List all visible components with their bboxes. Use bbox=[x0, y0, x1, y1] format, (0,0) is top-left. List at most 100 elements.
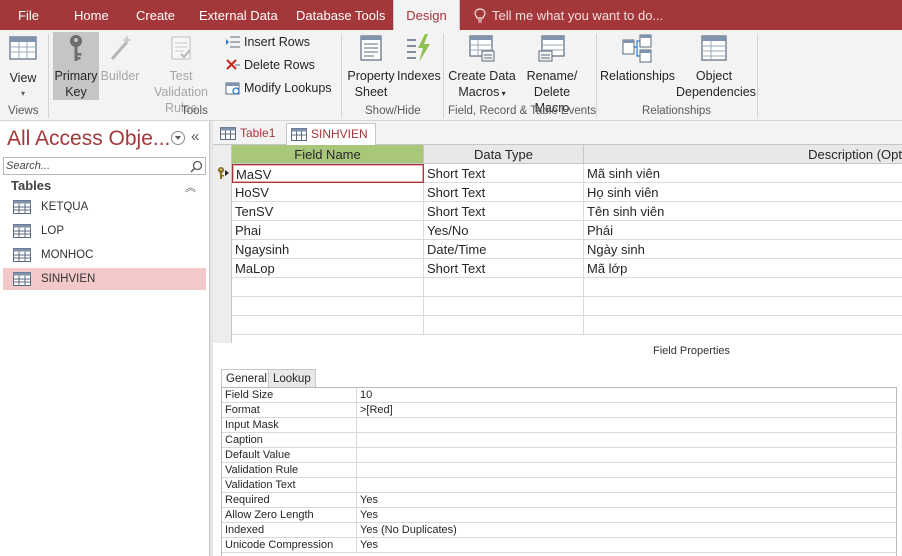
column-header-data-type[interactable]: Data Type bbox=[424, 145, 584, 164]
group-label-field-record-table-events: Field, Record & Table Events bbox=[448, 105, 597, 117]
nav-search-input[interactable] bbox=[4, 158, 184, 174]
data-type-cell[interactable] bbox=[424, 278, 584, 297]
primary-key-button[interactable]: Primary Key bbox=[53, 32, 99, 100]
field-name-cell[interactable]: HoSV bbox=[232, 183, 424, 202]
search-icon[interactable] bbox=[190, 160, 203, 173]
nav-item-label: KETQUA bbox=[41, 201, 89, 213]
data-type-cell[interactable]: Short Text bbox=[424, 259, 584, 278]
field-name-cell[interactable]: Phai bbox=[232, 221, 424, 240]
menu-database-tools[interactable]: Database Tools bbox=[296, 0, 385, 30]
menu-design[interactable]: Design bbox=[393, 0, 460, 30]
test-validation-rules-button[interactable]: Test Validation Rules bbox=[141, 32, 221, 115]
property-value[interactable]: Yes bbox=[357, 508, 378, 523]
insert-rows-label: Insert Rows bbox=[244, 35, 310, 49]
tab-table1[interactable]: Table1 bbox=[216, 123, 286, 145]
tab-sinhvien[interactable]: SINHVIEN bbox=[286, 123, 376, 146]
field-name-cell[interactable]: MaSV bbox=[232, 164, 424, 183]
nav-item-monhoc[interactable]: MONHOC bbox=[3, 244, 206, 266]
object-dependencies-button[interactable]: Object Dependencies bbox=[676, 32, 756, 100]
tab-lookup[interactable]: Lookup bbox=[268, 369, 316, 388]
menu-file[interactable]: File bbox=[18, 0, 39, 30]
rename-delete-macro-button[interactable]: Rename/ Delete Macro bbox=[516, 32, 588, 115]
tab-general[interactable]: General bbox=[221, 369, 272, 388]
data-type-cell[interactable] bbox=[424, 316, 584, 335]
nav-section-tables[interactable]: Tables bbox=[11, 178, 51, 193]
menu-external-data[interactable]: External Data bbox=[199, 0, 278, 30]
description-cell[interactable] bbox=[584, 278, 902, 297]
property-row[interactable]: Caption bbox=[222, 433, 897, 448]
delete-rows-button[interactable]: Delete Rows bbox=[225, 55, 315, 75]
property-value[interactable]: 10 bbox=[357, 388, 372, 403]
property-name: Allow Zero Length bbox=[222, 508, 357, 523]
field-name-cell[interactable] bbox=[232, 297, 424, 316]
nav-item-lop[interactable]: LOP bbox=[3, 220, 206, 242]
group-separator bbox=[443, 34, 444, 118]
table-icon bbox=[13, 200, 31, 214]
data-type-cell[interactable]: Short Text bbox=[424, 164, 584, 183]
property-name: Caption bbox=[222, 433, 357, 448]
property-sheet-button[interactable]: Property Sheet bbox=[345, 32, 397, 100]
field-name-cell[interactable]: MaLop bbox=[232, 259, 424, 278]
field-name-cell[interactable] bbox=[232, 316, 424, 335]
property-row[interactable]: Required Yes bbox=[222, 493, 897, 508]
description-cell[interactable] bbox=[584, 316, 902, 335]
nav-item-ketqua[interactable]: KETQUA bbox=[3, 196, 206, 218]
property-row[interactable]: Format >[Red] bbox=[222, 403, 897, 418]
property-row[interactable]: Default Value bbox=[222, 448, 897, 463]
indexes-label: Indexes bbox=[397, 69, 441, 83]
property-value[interactable]: Yes bbox=[357, 493, 378, 508]
indexes-button[interactable]: Indexes bbox=[397, 32, 441, 100]
field-name-cell[interactable]: TenSV bbox=[232, 202, 424, 221]
field-name-cell[interactable] bbox=[232, 278, 424, 297]
property-row[interactable]: Indexed Yes (No Duplicates) bbox=[222, 523, 897, 538]
modify-lookups-button[interactable]: Modify Lookups bbox=[225, 78, 332, 98]
property-row[interactable]: Unicode Compression Yes bbox=[222, 538, 897, 553]
group-separator bbox=[596, 34, 597, 118]
nav-item-sinhvien[interactable]: SINHVIEN bbox=[3, 268, 206, 290]
view-button[interactable]: View ▾ bbox=[3, 32, 43, 102]
relationships-button[interactable]: Relationships bbox=[600, 32, 675, 100]
property-name: Required bbox=[222, 493, 357, 508]
property-row[interactable]: Allow Zero Length Yes bbox=[222, 508, 897, 523]
menu-home[interactable]: Home bbox=[74, 0, 109, 30]
tab-label: Table1 bbox=[240, 126, 276, 140]
field-name-cell[interactable]: Ngaysinh bbox=[232, 240, 424, 259]
empty-row bbox=[232, 316, 902, 335]
description-cell[interactable]: Tên sinh viên bbox=[584, 202, 902, 221]
data-type-cell[interactable]: Short Text bbox=[424, 183, 584, 202]
description-cell[interactable]: Ngày sinh bbox=[584, 240, 902, 259]
property-value[interactable]: >[Red] bbox=[357, 403, 393, 418]
shutter-bar-close-icon[interactable]: « bbox=[191, 128, 200, 145]
data-type-cell[interactable]: Date/Time bbox=[424, 240, 584, 259]
description-cell[interactable]: Mã sinh viên bbox=[584, 164, 902, 183]
relationships-icon bbox=[622, 34, 652, 63]
insert-rows-icon bbox=[226, 36, 240, 48]
data-type-cell[interactable]: Short Text bbox=[424, 202, 584, 221]
menu-create[interactable]: Create bbox=[136, 0, 175, 30]
nav-menu-chevron-icon[interactable] bbox=[171, 131, 185, 145]
property-row[interactable]: Validation Rule bbox=[222, 463, 897, 478]
property-row[interactable]: Validation Text bbox=[222, 478, 897, 493]
create-data-macros-button[interactable]: Create Data Macros ▾ bbox=[447, 32, 517, 100]
column-header-description[interactable]: Description (Opt bbox=[584, 145, 902, 164]
property-value[interactable]: Yes (No Duplicates) bbox=[357, 523, 457, 538]
description-cell[interactable]: Mã lớp bbox=[584, 259, 902, 278]
nav-pane-title[interactable]: All Access Obje... bbox=[7, 127, 170, 151]
object-dependencies-label-1: Object bbox=[695, 69, 733, 83]
tell-me-search[interactable]: Tell me what you want to do... bbox=[474, 0, 663, 30]
builder-button[interactable]: Builder bbox=[100, 32, 140, 100]
nav-item-label: MONHOC bbox=[41, 249, 94, 261]
description-cell[interactable]: Họ sinh viên bbox=[584, 183, 902, 202]
collapse-up-icon[interactable]: ︽ bbox=[185, 179, 196, 195]
property-value[interactable]: Yes bbox=[357, 538, 378, 553]
column-header-field-name[interactable]: Field Name bbox=[232, 145, 424, 164]
property-row[interactable]: Field Size 10 bbox=[222, 388, 897, 403]
primary-key-label-1: Primary bbox=[54, 69, 98, 83]
property-row[interactable]: Input Mask bbox=[222, 418, 897, 433]
property-name: Validation Text bbox=[222, 478, 357, 493]
insert-rows-button[interactable]: Insert Rows bbox=[225, 32, 310, 52]
data-type-cell[interactable] bbox=[424, 297, 584, 316]
data-type-cell[interactable]: Yes/No bbox=[424, 221, 584, 240]
description-cell[interactable] bbox=[584, 297, 902, 316]
description-cell[interactable]: Phái bbox=[584, 221, 902, 240]
